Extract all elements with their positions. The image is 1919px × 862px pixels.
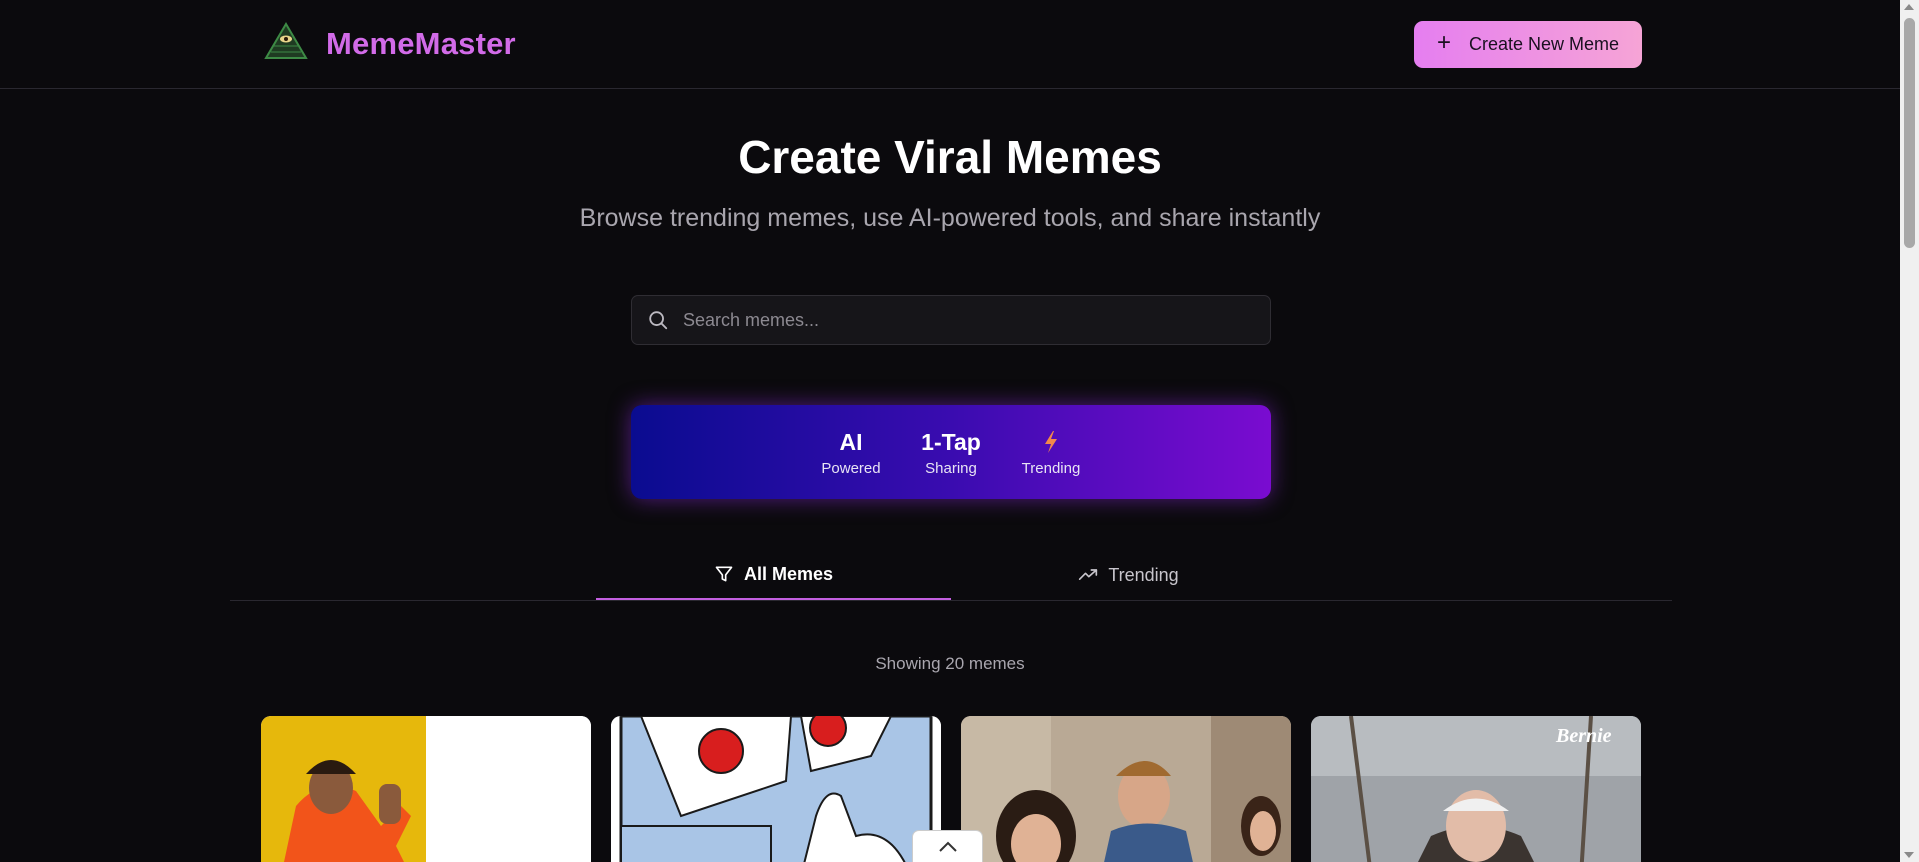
feature-sharing: 1-Tap Sharing [921, 427, 981, 478]
search-icon [649, 311, 668, 330]
scroll-down-arrow[interactable] [1904, 852, 1914, 858]
meme-card-bernie[interactable]: Bernie [1311, 716, 1641, 862]
plus-icon: + [1436, 29, 1451, 56]
search-input[interactable] [683, 309, 1243, 331]
feature-trending-label: Trending [1021, 460, 1081, 477]
feature-ai: AI Powered [821, 427, 881, 478]
two-buttons-meme-image [611, 716, 941, 862]
tab-all-memes-label: All Memes [743, 563, 834, 584]
scroll-to-top-button[interactable] [912, 830, 983, 862]
feature-ai-title: AI [839, 428, 863, 455]
filter-icon [715, 566, 733, 582]
meme-card-distracted-boyfriend[interactable] [961, 716, 1291, 862]
hero-title: Create Viral Memes [738, 131, 1162, 183]
distracted-boyfriend-meme-image [961, 716, 1291, 862]
scroll-up-arrow[interactable] [1904, 4, 1914, 10]
feature-sharing-title: 1-Tap [921, 428, 981, 455]
illuminati-triangle-icon[interactable] [264, 22, 308, 60]
hero-subtitle: Browse trending memes, use AI-powered to… [579, 204, 1321, 232]
top-header: MemeMaster + Create New Meme [0, 0, 1900, 89]
feature-trending: Trending [1021, 427, 1081, 477]
search-box[interactable] [631, 295, 1271, 345]
page-scrollbar[interactable] [1900, 0, 1919, 862]
create-new-meme-label: Create New Meme [1468, 34, 1620, 54]
results-count: Showing 20 memes [875, 654, 1025, 673]
tab-trending[interactable]: Trending [951, 550, 1306, 600]
create-new-meme-button[interactable]: + Create New Meme [1414, 21, 1642, 68]
feature-banner: AI Powered 1-Tap Sharing Trending [631, 405, 1271, 499]
meme-tabs: All Memes Trending [230, 550, 1672, 601]
tab-trending-label: Trending [1108, 564, 1179, 585]
lightning-icon [1043, 427, 1059, 457]
meme-card-drake[interactable] [261, 716, 591, 862]
bernie-meme-image: Bernie [1311, 716, 1641, 862]
feature-ai-label: Powered [821, 460, 881, 477]
trending-up-icon [1079, 569, 1098, 580]
bernie-caption: Bernie [1555, 725, 1612, 747]
scrollbar-thumb[interactable] [1904, 18, 1915, 248]
chevron-up-icon [938, 841, 957, 852]
drake-meme-image [261, 716, 591, 862]
feature-sharing-label: Sharing [925, 460, 977, 477]
brand-name[interactable]: MemeMaster [326, 26, 516, 62]
tab-all-memes[interactable]: All Memes [596, 550, 951, 600]
meme-card-two-buttons[interactable] [611, 716, 941, 862]
